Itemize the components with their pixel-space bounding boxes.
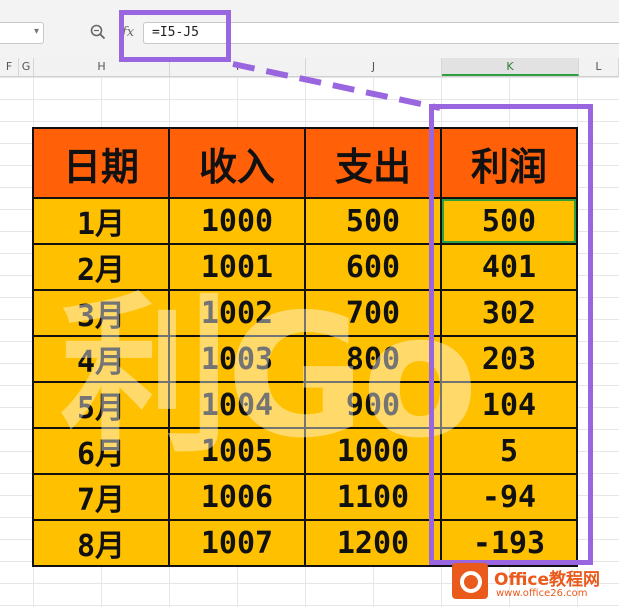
income-cell[interactable]: 1007 — [168, 519, 306, 567]
brand-name: Office教程网 — [494, 570, 601, 590]
name-box[interactable]: ▾ — [0, 22, 44, 44]
income-cell[interactable]: 1001 — [168, 243, 306, 291]
date-cell[interactable]: 7月 — [32, 473, 170, 521]
column-header-row: F G H I J K L — [0, 58, 619, 77]
income-cell[interactable]: 1003 — [168, 335, 306, 383]
expense-cell[interactable]: 700 — [304, 289, 442, 337]
office-logo-icon — [452, 563, 488, 599]
header-date[interactable]: 日期 — [32, 127, 170, 199]
date-cell[interactable]: 4月 — [32, 335, 170, 383]
income-cell[interactable]: 1002 — [168, 289, 306, 337]
income-cell[interactable]: 1006 — [168, 473, 306, 521]
column-header-j[interactable]: J — [306, 58, 442, 76]
expense-cell[interactable]: 1000 — [304, 427, 442, 475]
header-income[interactable]: 收入 — [168, 127, 306, 199]
column-header-g[interactable]: G — [19, 58, 34, 76]
date-cell[interactable]: 5月 — [32, 381, 170, 429]
brand-logo-block: Office教程网 www.office26.com — [452, 563, 619, 607]
income-cell[interactable]: 1000 — [168, 197, 306, 245]
header-expense[interactable]: 支出 — [304, 127, 442, 199]
profit-column-highlight-box — [429, 104, 593, 565]
zoom-icon[interactable] — [90, 24, 106, 40]
column-header-k[interactable]: K — [442, 58, 579, 76]
column-header-f[interactable]: F — [0, 58, 19, 76]
formula-toolbar: ▾ fx =I5-J5 — [0, 0, 619, 59]
date-cell[interactable]: 6月 — [32, 427, 170, 475]
formula-highlight-box — [119, 10, 231, 62]
brand-url: www.office26.com — [496, 588, 588, 599]
income-cell[interactable]: 1004 — [168, 381, 306, 429]
column-header-l[interactable]: L — [579, 58, 619, 76]
expense-cell[interactable]: 500 — [304, 197, 442, 245]
chevron-down-icon[interactable]: ▾ — [34, 26, 39, 37]
expense-cell[interactable]: 900 — [304, 381, 442, 429]
expense-cell[interactable]: 1100 — [304, 473, 442, 521]
expense-cell[interactable]: 1200 — [304, 519, 442, 567]
date-cell[interactable]: 8月 — [32, 519, 170, 567]
date-cell[interactable]: 2月 — [32, 243, 170, 291]
date-cell[interactable]: 3月 — [32, 289, 170, 337]
date-cell[interactable]: 1月 — [32, 197, 170, 245]
expense-cell[interactable]: 600 — [304, 243, 442, 291]
income-cell[interactable]: 1005 — [168, 427, 306, 475]
expense-cell[interactable]: 800 — [304, 335, 442, 383]
